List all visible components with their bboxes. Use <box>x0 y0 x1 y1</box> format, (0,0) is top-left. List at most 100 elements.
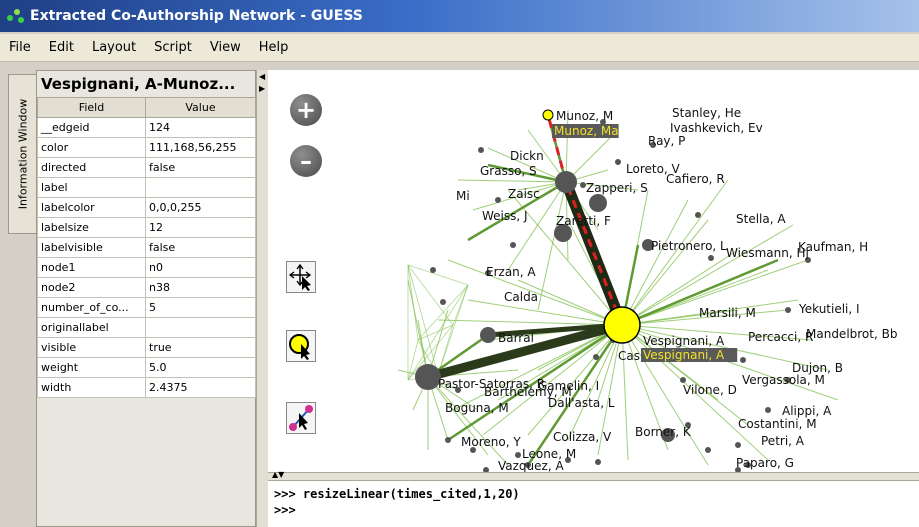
node-label[interactable]: Dall'asta, L <box>548 396 615 410</box>
field-cell[interactable]: node2 <box>37 277 146 298</box>
pan-tool-button[interactable] <box>286 261 316 293</box>
value-cell[interactable]: n0 <box>145 257 256 278</box>
field-cell[interactable]: visible <box>37 337 146 358</box>
menu-edit[interactable]: Edit <box>40 40 83 55</box>
node-label[interactable]: Gamelin, I <box>538 379 599 393</box>
node-label[interactable]: Kaufman, H <box>798 240 868 254</box>
table-row[interactable]: labelcolor 0,0,0,255 <box>37 197 256 218</box>
menu-file[interactable]: File <box>0 40 40 55</box>
value-cell[interactable]: 111,168,56,255 <box>145 137 256 158</box>
node-label[interactable]: Ray, P <box>648 134 685 148</box>
menu-view[interactable]: View <box>201 40 250 55</box>
node-label[interactable]: Stanley, He <box>672 106 741 120</box>
network-graph[interactable]: Munoz, M Stanley, HeIvashkevich, EvRay, P… <box>268 70 919 472</box>
node-label[interactable]: Munoz, M <box>556 109 613 123</box>
graph-node[interactable] <box>705 447 711 453</box>
graph-node-highlighted[interactable] <box>542 109 554 121</box>
node-label[interactable]: Grasso, S <box>480 164 537 178</box>
field-cell[interactable]: color <box>37 137 146 158</box>
node-label[interactable]: Zapperi, S <box>586 181 648 195</box>
node-label[interactable]: Colizza, V <box>553 430 612 444</box>
value-cell[interactable]: 5 <box>145 297 256 318</box>
node-label[interactable]: Moreno, Y <box>461 435 521 449</box>
value-cell[interactable]: n38 <box>145 277 256 298</box>
node-label[interactable]: Stella, A <box>736 212 786 226</box>
field-cell[interactable]: node1 <box>37 257 146 278</box>
field-cell[interactable]: originallabel <box>37 317 146 338</box>
connect-tool-button[interactable] <box>286 402 316 434</box>
graph-edge[interactable] <box>407 264 439 376</box>
graph-node[interactable] <box>480 327 496 343</box>
node-label[interactable]: Yekutieli, I <box>798 302 860 316</box>
value-cell[interactable]: 124 <box>145 117 256 138</box>
field-cell[interactable]: width <box>37 377 146 398</box>
graph-edge[interactable] <box>457 179 567 183</box>
graph-node[interactable] <box>785 307 791 313</box>
table-row[interactable]: originallabel <box>37 317 256 338</box>
zoom-in-button[interactable]: + <box>290 94 322 126</box>
highlighted-node-label[interactable]: Vespignani, A <box>643 348 725 362</box>
graph-node[interactable] <box>595 459 601 465</box>
graph-edge[interactable] <box>407 264 469 286</box>
value-cell[interactable] <box>145 177 256 198</box>
value-cell[interactable]: false <box>145 157 256 178</box>
graph-node[interactable] <box>589 194 607 212</box>
graph-node[interactable] <box>555 171 577 193</box>
node-label[interactable]: Boguna, M <box>445 401 509 415</box>
node-label[interactable]: Mi <box>456 189 470 203</box>
table-row[interactable]: node2 n38 <box>37 277 256 298</box>
expand-right-icon[interactable]: ▶ <box>259 84 265 93</box>
value-cell[interactable]: false <box>145 237 256 258</box>
select-tool-button[interactable] <box>286 330 316 362</box>
graph-node[interactable] <box>708 255 714 261</box>
table-row[interactable]: labelvisible false <box>37 237 256 258</box>
node-label[interactable]: Vergassola, M <box>742 373 825 387</box>
node-label[interactable]: Vilone, D <box>683 383 737 397</box>
value-cell[interactable]: 12 <box>145 217 256 238</box>
table-row[interactable]: labelsize 12 <box>37 217 256 238</box>
graph-node[interactable] <box>735 442 741 448</box>
graph-node[interactable] <box>515 452 521 458</box>
node-label[interactable]: Paparo, G <box>736 456 794 470</box>
menu-help[interactable]: Help <box>250 40 298 55</box>
table-row[interactable]: weight 5.0 <box>37 357 256 378</box>
menu-script[interactable]: Script <box>145 40 201 55</box>
collapse-left-icon[interactable]: ◀ <box>259 72 265 81</box>
graph-node[interactable] <box>615 159 621 165</box>
node-label[interactable]: Zaretti, F <box>556 214 611 228</box>
value-cell[interactable]: 5.0 <box>145 357 256 378</box>
panel-splitter[interactable]: ◀ ▶ <box>256 70 268 527</box>
console-splitter[interactable]: ▲▼ <box>268 470 919 480</box>
graph-node[interactable] <box>440 299 446 305</box>
node-label[interactable]: Costantini, M <box>738 417 817 431</box>
node-label[interactable]: Zaisc <box>508 187 540 201</box>
field-cell[interactable]: labelcolor <box>37 197 146 218</box>
node-label[interactable]: Barral <box>498 331 534 345</box>
node-label[interactable]: Petri, A <box>761 434 805 448</box>
highlighted-node-label[interactable]: Munoz, Ma <box>554 124 619 138</box>
node-label[interactable]: Borner, K <box>635 425 692 439</box>
graph-node[interactable] <box>510 242 516 248</box>
graph-node[interactable] <box>478 147 484 153</box>
node-label[interactable]: Alippi, A <box>782 404 832 418</box>
graph-edge[interactable] <box>621 324 629 461</box>
node-label[interactable]: Cafiero, R <box>666 172 725 186</box>
console-splitter-arrows-icon[interactable]: ▲▼ <box>272 470 284 479</box>
graph-edge[interactable] <box>417 284 469 341</box>
table-row[interactable]: directed false <box>37 157 256 178</box>
table-row[interactable]: node1 n0 <box>37 257 256 278</box>
value-cell[interactable]: 2.4375 <box>145 377 256 398</box>
column-header-field[interactable]: Field <box>37 97 146 118</box>
node-label[interactable]: Vazquez, A <box>498 459 564 472</box>
field-cell[interactable]: labelsize <box>37 217 146 238</box>
node-label[interactable]: Percacci, R <box>748 330 813 344</box>
table-row[interactable]: number_of_co... 5 <box>37 297 256 318</box>
table-row[interactable]: label <box>37 177 256 198</box>
graph-node[interactable] <box>593 354 599 360</box>
field-cell[interactable]: number_of_co... <box>37 297 146 318</box>
node-label[interactable]: Wiesmann, Hj <box>726 246 809 260</box>
field-cell[interactable]: weight <box>37 357 146 378</box>
field-cell[interactable]: labelvisible <box>37 237 146 258</box>
field-cell[interactable]: __edgeid <box>37 117 146 138</box>
table-row[interactable]: visible true <box>37 337 256 358</box>
